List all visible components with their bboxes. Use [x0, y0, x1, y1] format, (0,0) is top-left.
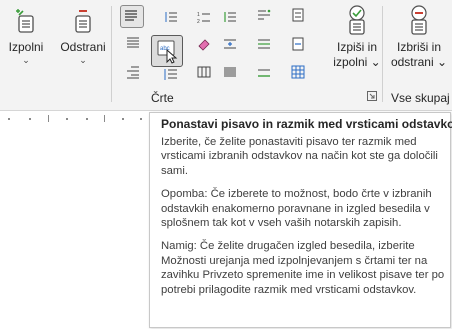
chevron-down-icon: ⌄: [22, 55, 30, 65]
erase-remove-button[interactable]: Izbriši in odstrani ⌄: [389, 2, 449, 86]
tooltip-title: Ponastavi pisavo in razmik med vrsticami…: [161, 117, 452, 131]
indent-lines-icon[interactable]: [163, 66, 179, 82]
dense-lines-icon[interactable]: [222, 64, 238, 80]
table-lines-icon[interactable]: [196, 64, 212, 80]
expand-lines-icon[interactable]: [222, 36, 238, 52]
chevron-down-icon: ⌄: [436, 55, 448, 69]
ruler-mark: [86, 118, 88, 120]
line-spacing-icon[interactable]: [163, 9, 179, 25]
reset-font-icon: abc: [157, 40, 178, 64]
remove-list-icon: [75, 10, 91, 33]
print-fill-label-text: izpolni: [333, 55, 368, 69]
ruler-mark: [29, 118, 31, 120]
tooltip-panel: Ponastavi pisavo in razmik med vrsticami…: [149, 112, 452, 328]
lines-bottom-icon[interactable]: [125, 64, 141, 80]
print-fill-label-2: izpolni ⌄: [333, 55, 380, 70]
svg-text:2: 2: [197, 19, 200, 25]
tooltip-paragraph: Opomba: Če izberete to možnost, bodo črt…: [161, 188, 432, 230]
print-fill-label-1: Izpiši in: [336, 40, 377, 54]
tooltip-paragraph: Izberite, če želite ponastaviti pisavo t…: [161, 136, 438, 177]
tooltip-body: Izberite, če želite ponastaviti pisavo t…: [161, 135, 447, 306]
erase-remove-icon: [411, 5, 427, 35]
chevron-down-icon: ⌄: [79, 55, 87, 65]
lines-icon: [125, 10, 137, 21]
insert-line-icon[interactable]: [290, 7, 306, 23]
fill-button-label: Izpolni: [8, 40, 44, 54]
group-label-lines: Črte: [151, 91, 174, 105]
underline-lines-icon[interactable]: [256, 64, 272, 80]
print-fill-button[interactable]: Izpiši in izpolni ⌄: [330, 2, 384, 86]
group-separator: [111, 6, 112, 102]
ruler-mark: [104, 115, 105, 122]
group-label-all-together: Vse skupaj: [391, 91, 450, 105]
fill-list-icon: [16, 9, 34, 33]
dialog-launcher-icon[interactable]: [367, 91, 377, 101]
remove-button[interactable]: Odstrani ⌄: [56, 2, 110, 86]
lines-even-icon[interactable]: [125, 34, 141, 50]
horizontal-ruler[interactable]: [0, 112, 160, 126]
fill-button[interactable]: Izpolni ⌄: [4, 2, 48, 86]
ruler-mark: [66, 118, 68, 120]
tooltip-paragraph: Namig: Če želite drugačen izgled besedil…: [161, 240, 445, 296]
eraser-icon[interactable]: [196, 36, 212, 52]
reset-font-spacing-button[interactable]: abc: [151, 35, 183, 67]
ruler-mark: [140, 118, 142, 120]
chevron-down-icon: ⌄: [370, 55, 381, 69]
para-lines-icon[interactable]: [222, 9, 238, 25]
svg-text:1: 1: [197, 12, 200, 18]
ruler-mark: [8, 118, 10, 120]
grid-lines-icon[interactable]: [290, 64, 306, 80]
numbered-lines-icon[interactable]: 1 2: [196, 9, 212, 25]
ruler-mark: [48, 115, 49, 122]
ruler-mark: [122, 118, 124, 120]
print-fill-icon: [349, 5, 365, 35]
erase-remove-label-text: odstrani: [390, 55, 434, 69]
tab-lines-icon[interactable]: [256, 7, 272, 23]
erase-remove-label-1: Izbriši in: [396, 40, 441, 54]
erase-remove-label-2: odstrani ⌄: [391, 55, 447, 70]
remove-button-label: Odstrani: [60, 40, 106, 54]
align-lines-toggle[interactable]: [120, 5, 144, 28]
fill-lines-icon[interactable]: [256, 36, 272, 52]
line-arrow-icon[interactable]: [290, 36, 306, 52]
